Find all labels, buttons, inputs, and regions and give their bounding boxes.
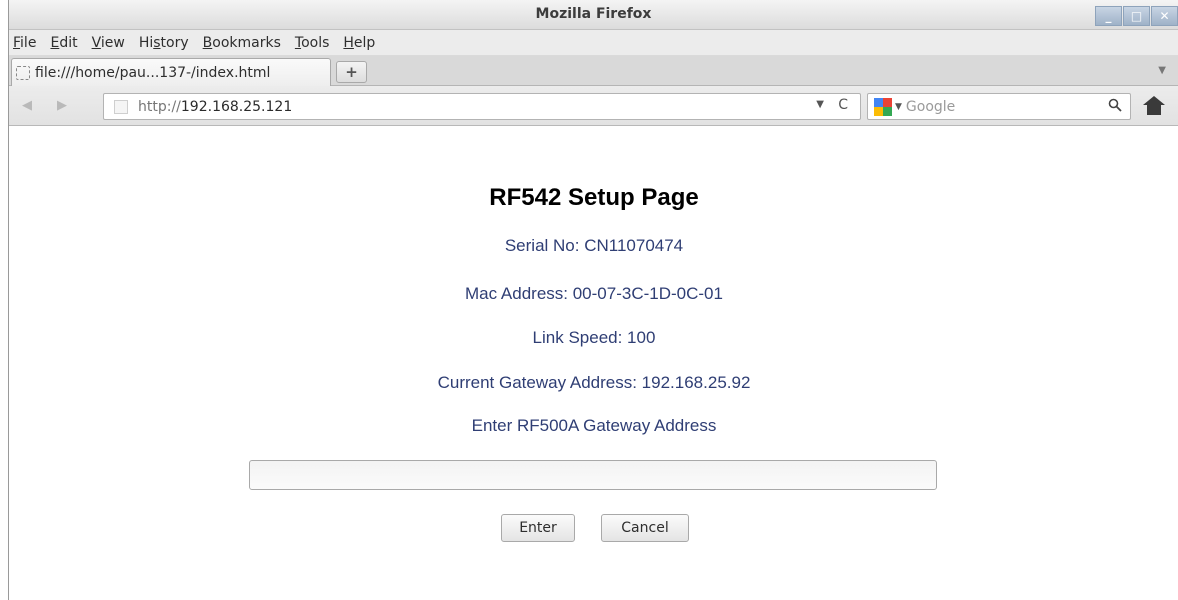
menu-view-label: iew [100,34,125,51]
forward-button[interactable]: ▶ [57,98,67,113]
navigation-toolbar: ◀ ▶ http://192.168.25.121 ▼ C ▼ Google [9,86,1178,126]
serial-number: Serial No: CN11070474 [504,236,684,255]
tab-list-button[interactable]: ▼ [1158,65,1166,76]
title-bar[interactable]: Mozilla Firefox _ □ ✕ [9,0,1178,30]
page-icon [16,65,30,80]
url-bar[interactable]: http://192.168.25.121 ▼ C [103,93,861,120]
link-speed: Link Speed: 100 [532,328,656,347]
menu-help[interactable]: Help [343,35,375,51]
menu-history-prefix: Hi [138,34,154,51]
gateway-prompt: Enter RF500A Gateway Address [471,416,717,435]
menu-edit-label: dit [59,34,78,51]
engine-icon-quad-2 [883,97,892,107]
minimize-button[interactable]: _ [1095,6,1122,26]
home-icon-body [1147,105,1161,115]
menu-bookmarks-label: ookmarks [212,34,281,51]
menu-tools-label: ools [301,34,330,51]
enter-button[interactable]: Enter [501,514,575,542]
tab-bar: file:///home/pau...137-/index.html + ▼ [9,56,1178,86]
window-title: Mozilla Firefox [535,6,652,22]
window-controls: _ □ ✕ [1094,6,1178,26]
menu-history[interactable]: History [139,35,189,51]
home-icon[interactable] [1143,96,1165,116]
back-button[interactable]: ◀ [22,98,32,113]
menu-edit[interactable]: Edit [50,35,77,51]
menu-tools[interactable]: Tools [295,35,330,51]
menu-edit-accel: E [50,34,60,51]
menu-bookmarks[interactable]: Bookmarks [203,35,281,51]
menu-history-accel: s [153,34,161,51]
search-bar[interactable]: ▼ Google [867,93,1131,120]
page-title: RF542 Setup Page [489,184,699,211]
tab-active[interactable]: file:///home/pau...137-/index.html [11,58,331,86]
engine-dropdown[interactable]: ▼ [895,102,902,112]
engine-icon-quad-4 [883,106,892,116]
url-scheme: http:// [138,98,181,115]
menu-history-label: tory [160,34,189,51]
engine-icon-quad-3 [874,106,883,116]
current-gateway-address: Current Gateway Address: 192.168.25.92 [437,373,751,392]
menu-help-label: elp [353,34,376,51]
site-identity-icon[interactable] [114,99,128,114]
page-content: RF542 Setup Page Serial No: CN11070474 M… [9,160,1178,600]
menu-view-accel: V [91,34,101,51]
engine-icon-quad-1 [874,97,883,107]
url-host: 192.168.25.121 [180,98,293,115]
new-tab-button[interactable]: + [336,61,367,83]
tab-label: file:///home/pau...137-/index.html [35,64,271,81]
menu-file-accel: F [13,34,21,51]
menu-file-label: ile [20,34,37,51]
gateway-address-input[interactable] [249,460,937,490]
home-icon-roof [1143,96,1165,105]
cancel-button[interactable]: Cancel [601,514,689,542]
search-icon[interactable] [1108,98,1122,116]
reload-button[interactable]: C [838,97,848,113]
menu-view[interactable]: View [92,35,125,51]
maximize-button[interactable]: □ [1123,6,1150,26]
url-history-dropdown[interactable]: ▼ [816,99,824,110]
google-engine-icon[interactable] [874,97,892,116]
search-placeholder: Google [905,98,956,115]
menu-bar: File Edit View History Bookmarks Tools H… [9,30,1178,56]
browser-window: Mozilla Firefox _ □ ✕ File Edit View His… [8,0,1178,600]
close-button[interactable]: ✕ [1151,6,1178,26]
menu-help-accel: H [343,34,354,51]
menu-file[interactable]: File [13,35,36,51]
mac-address: Mac Address: 00-07-3C-1D-0C-01 [465,284,723,303]
menu-bookmarks-accel: B [202,34,213,51]
